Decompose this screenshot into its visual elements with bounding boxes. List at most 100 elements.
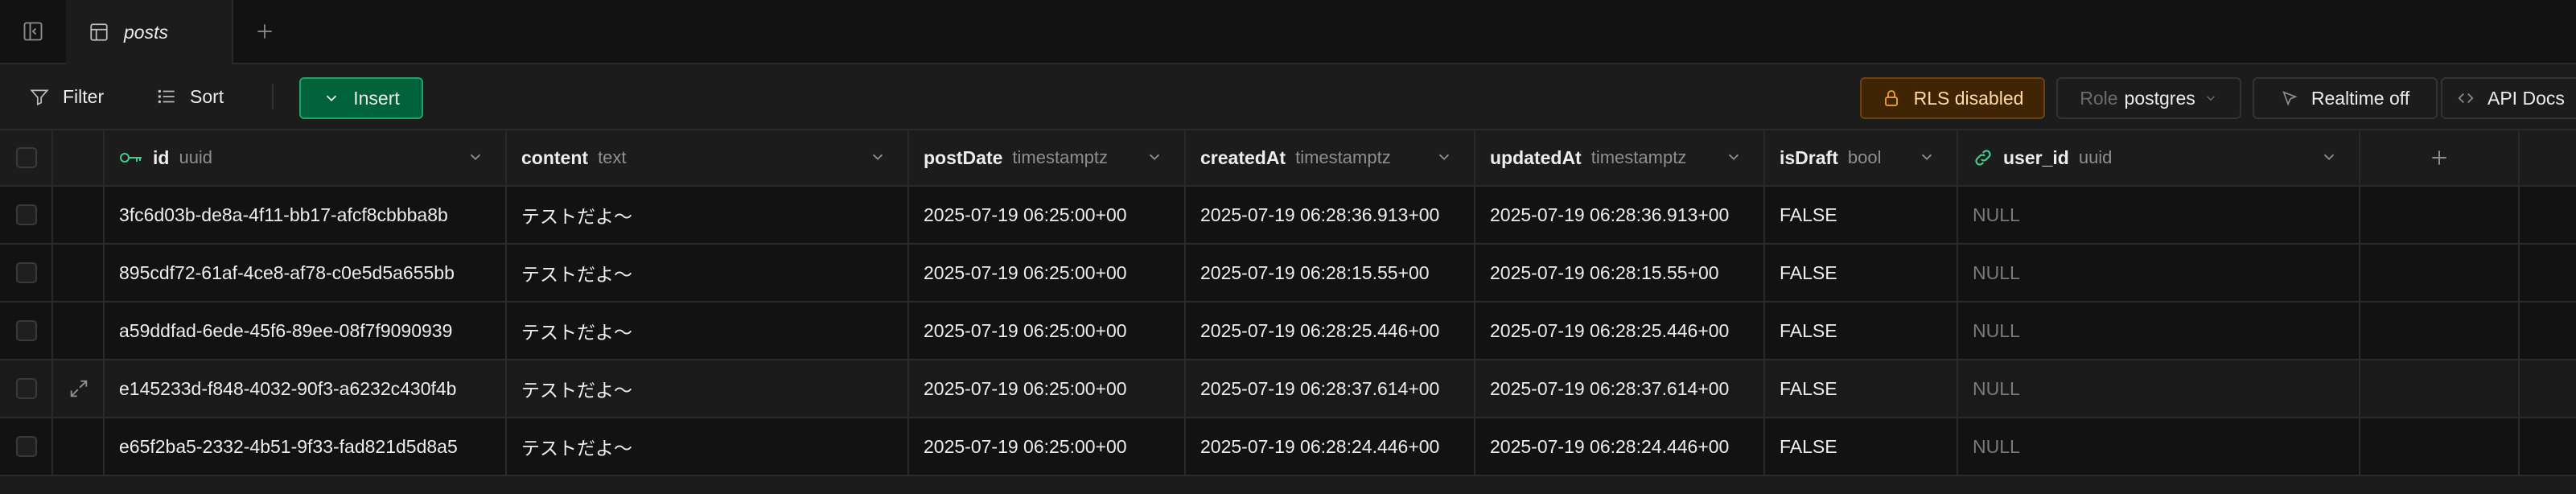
cell-content[interactable]: テストだよ〜 <box>507 245 909 301</box>
filter-label: Filter <box>63 85 105 107</box>
row-checkbox[interactable] <box>16 436 37 457</box>
cell-postDate[interactable]: 2025-07-19 06:25:00+00 <box>909 303 1186 359</box>
cell-id[interactable]: e145233d-f848-4032-90f3-a6232c430f4b <box>105 360 507 417</box>
select-all-cell <box>0 130 53 185</box>
cell-createdAt[interactable]: 2025-07-19 06:28:25.446+00 <box>1186 303 1475 359</box>
table-row[interactable]: e145233d-f848-4032-90f3-a6232c430f4b テスト… <box>0 360 2576 418</box>
chevron-down-icon[interactable] <box>1725 148 1743 166</box>
column-type: timestamptz <box>1295 147 1391 167</box>
chevron-down-icon <box>323 89 340 107</box>
tab-bar: posts <box>0 0 2576 64</box>
new-tab-button[interactable] <box>238 0 291 63</box>
cell-createdAt[interactable]: 2025-07-19 06:28:24.446+00 <box>1186 418 1475 475</box>
cell-postDate[interactable]: 2025-07-19 06:25:00+00 <box>909 187 1186 243</box>
cell-content[interactable]: テストだよ〜 <box>507 418 909 475</box>
sidebar-collapse-icon <box>22 20 44 43</box>
cell-updatedAt[interactable]: 2025-07-19 06:28:24.446+00 <box>1475 418 1765 475</box>
table-row[interactable]: 3fc6d03b-de8a-4f11-bb17-afcf8cbbba8b テスト… <box>0 187 2576 245</box>
sort-label: Sort <box>190 85 224 107</box>
row-filler-cell <box>2360 245 2520 301</box>
chevron-down-icon[interactable] <box>467 148 484 166</box>
realtime-label: Realtime off <box>2311 87 2410 109</box>
table-row[interactable]: 895cdf72-61af-4ce8-af78-c0e5d5a655bb テスト… <box>0 245 2576 303</box>
lock-icon <box>1882 89 1901 108</box>
expand-row-icon[interactable] <box>68 377 90 400</box>
cell-isDraft[interactable]: FALSE <box>1765 360 1958 417</box>
expand-header-cell <box>53 130 105 185</box>
cell-isDraft[interactable]: FALSE <box>1765 187 1958 243</box>
cell-postDate[interactable]: 2025-07-19 06:25:00+00 <box>909 245 1186 301</box>
cell-isDraft[interactable]: FALSE <box>1765 303 1958 359</box>
cell-updatedAt[interactable]: 2025-07-19 06:28:25.446+00 <box>1475 303 1765 359</box>
cell-content[interactable]: テストだよ〜 <box>507 360 909 417</box>
column-header-createdAt[interactable]: createdAt timestamptz <box>1186 130 1475 185</box>
column-header-id[interactable]: id uuid <box>105 130 507 185</box>
insert-button[interactable]: Insert <box>299 77 423 119</box>
api-docs-button[interactable]: API Docs <box>2441 77 2576 119</box>
insert-label: Insert <box>353 87 400 109</box>
role-key-label: Role <box>2080 87 2118 109</box>
cell-postDate[interactable]: 2025-07-19 06:25:00+00 <box>909 360 1186 417</box>
cell-user_id[interactable]: NULL <box>1958 187 2360 243</box>
table-row[interactable]: a59ddfad-6ede-45f6-89ee-08f7f9090939 テスト… <box>0 303 2576 360</box>
column-name: content <box>521 146 589 168</box>
chevron-down-icon[interactable] <box>1146 148 1163 166</box>
cell-id[interactable]: a59ddfad-6ede-45f6-89ee-08f7f9090939 <box>105 303 507 359</box>
row-expand-cell <box>53 418 105 475</box>
column-header-isDraft[interactable]: isDraft bool <box>1765 130 1958 185</box>
row-checkbox[interactable] <box>16 262 37 283</box>
tab-posts[interactable]: posts <box>66 0 233 64</box>
cell-user_id[interactable]: NULL <box>1958 245 2360 301</box>
row-expand-cell <box>53 187 105 243</box>
link-icon <box>1973 147 1994 168</box>
chevron-down-icon[interactable] <box>2320 148 2338 166</box>
chevron-down-icon[interactable] <box>1918 148 1936 166</box>
cell-updatedAt[interactable]: 2025-07-19 06:28:15.55+00 <box>1475 245 1765 301</box>
cell-id[interactable]: e65f2ba5-2332-4b51-9f33-fad821d5d8a5 <box>105 418 507 475</box>
column-header-postDate[interactable]: postDate timestamptz <box>909 130 1186 185</box>
add-column-button[interactable] <box>2360 130 2520 185</box>
rls-disabled-button[interactable]: RLS disabled <box>1860 77 2045 119</box>
rls-label: RLS disabled <box>1913 87 2024 109</box>
role-value: postgres <box>2124 87 2195 109</box>
cell-createdAt[interactable]: 2025-07-19 06:28:37.614+00 <box>1186 360 1475 417</box>
cell-isDraft[interactable]: FALSE <box>1765 245 1958 301</box>
sort-button[interactable]: Sort <box>156 77 224 116</box>
key-icon <box>119 149 143 167</box>
sidebar-toggle-button[interactable] <box>0 0 68 63</box>
filter-button[interactable]: Filter <box>29 77 104 116</box>
row-select-cell <box>0 187 53 243</box>
cell-updatedAt[interactable]: 2025-07-19 06:28:37.614+00 <box>1475 360 1765 417</box>
header-row: id uuid content text postDate timestampt… <box>0 130 2576 187</box>
row-filler-cell <box>2360 187 2520 243</box>
column-type: timestamptz <box>1012 147 1108 167</box>
cell-user_id[interactable]: NULL <box>1958 303 2360 359</box>
column-header-content[interactable]: content text <box>507 130 909 185</box>
cell-content[interactable]: テストだよ〜 <box>507 303 909 359</box>
column-type: uuid <box>2078 147 2113 167</box>
cell-user_id[interactable]: NULL <box>1958 360 2360 417</box>
cell-content[interactable]: テストだよ〜 <box>507 187 909 243</box>
column-name: isDraft <box>1780 146 1838 168</box>
row-checkbox[interactable] <box>16 378 37 399</box>
column-header-user_id[interactable]: user_id uuid <box>1958 130 2360 185</box>
cell-isDraft[interactable]: FALSE <box>1765 418 1958 475</box>
row-checkbox[interactable] <box>16 204 37 225</box>
realtime-toggle-button[interactable]: Realtime off <box>2253 77 2438 119</box>
chevron-down-icon[interactable] <box>1435 148 1453 166</box>
cell-updatedAt[interactable]: 2025-07-19 06:28:36.913+00 <box>1475 187 1765 243</box>
cell-postDate[interactable]: 2025-07-19 06:25:00+00 <box>909 418 1186 475</box>
cell-id[interactable]: 895cdf72-61af-4ce8-af78-c0e5d5a655bb <box>105 245 507 301</box>
column-name: createdAt <box>1200 146 1286 168</box>
cell-id[interactable]: 3fc6d03b-de8a-4f11-bb17-afcf8cbbba8b <box>105 187 507 243</box>
chevron-down-icon[interactable] <box>869 148 887 166</box>
row-select-cell <box>0 303 53 359</box>
table-row[interactable]: e65f2ba5-2332-4b51-9f33-fad821d5d8a5 テスト… <box>0 418 2576 476</box>
select-all-checkbox[interactable] <box>16 147 37 168</box>
column-header-updatedAt[interactable]: updatedAt timestamptz <box>1475 130 1765 185</box>
role-selector[interactable]: Role postgres <box>2056 77 2241 119</box>
cell-createdAt[interactable]: 2025-07-19 06:28:36.913+00 <box>1186 187 1475 243</box>
cell-createdAt[interactable]: 2025-07-19 06:28:15.55+00 <box>1186 245 1475 301</box>
row-checkbox[interactable] <box>16 320 37 341</box>
cell-user_id[interactable]: NULL <box>1958 418 2360 475</box>
